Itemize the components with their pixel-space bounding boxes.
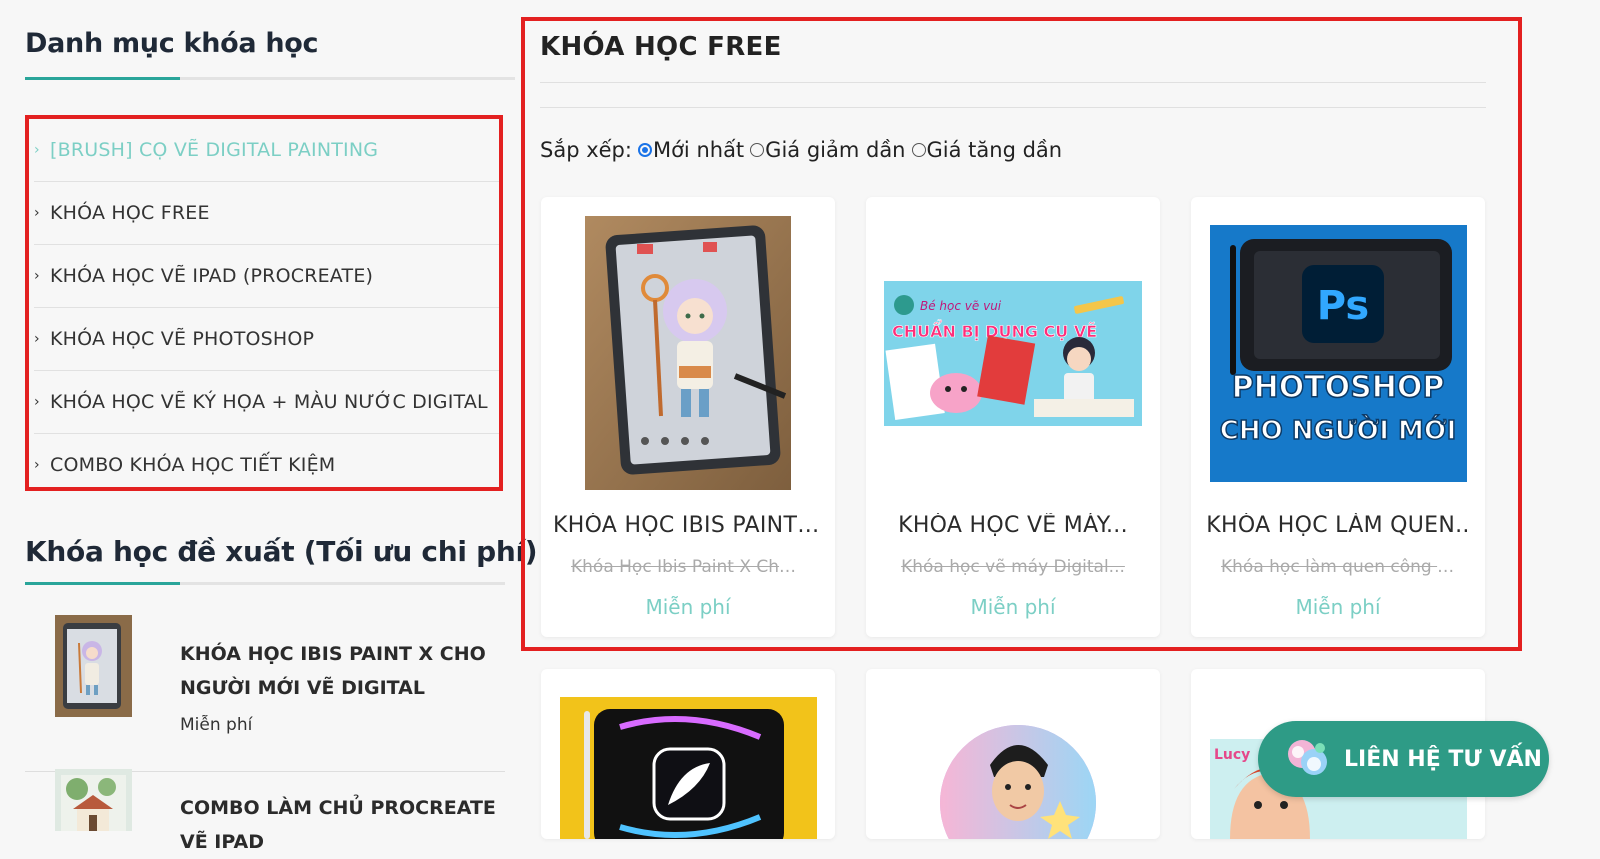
course-price: Miễn phí <box>180 715 253 735</box>
course-thumbnail[interactable] <box>55 769 132 831</box>
chevron-right-icon: › <box>34 205 40 221</box>
recommended-heading: Khóa học đề xuất (Tối ưu chi phí) <box>25 535 538 568</box>
sidebar: Danh mục khóa học › [BRUSH] CỌ VẼ DIGITA… <box>25 28 538 853</box>
contact-label[interactable]: LIÊN HỆ TƯ VẤN <box>1344 747 1542 772</box>
chevron-right-icon: › <box>34 331 40 347</box>
chevron-right-icon: › <box>34 268 40 284</box>
heading-underline <box>25 77 515 80</box>
category-label: KHÓA HỌC FREE <box>50 202 210 224</box>
heading-underline <box>25 582 505 585</box>
chevron-right-icon: › <box>34 394 40 410</box>
category-label: KHÓA HỌC VẼ IPAD (PROCREATE) <box>50 265 374 287</box>
course-card[interactable] <box>866 669 1160 839</box>
course-name[interactable]: KHÓA HỌC IBIS PAINT X CHO NGƯỜI MỚI VẼ D… <box>180 637 500 705</box>
category-item-combo[interactable]: › COMBO KHÓA HỌC TIẾT KIỆM <box>34 434 499 496</box>
course-image[interactable] <box>940 725 1096 839</box>
category-label: KHÓA HỌC VẼ PHOTOSHOP <box>50 328 315 350</box>
category-label: [BRUSH] CỌ VẼ DIGITAL PAINTING <box>50 139 379 161</box>
chat-support-icon <box>1284 736 1330 782</box>
chevron-right-icon: › <box>34 457 40 473</box>
chevron-right-icon: › <box>34 142 40 158</box>
course-card[interactable] <box>541 669 835 839</box>
category-label: COMBO KHÓA HỌC TIẾT KIỆM <box>50 454 336 476</box>
category-item-free[interactable]: › KHÓA HỌC FREE <box>34 182 499 245</box>
category-item-sketch-watercolor[interactable]: › KHÓA HỌC VẼ KÝ HỌA + MÀU NƯỚC DIGITAL <box>34 371 499 434</box>
image-text: Lucy <box>1214 747 1250 763</box>
course-name[interactable]: COMBO LÀM CHỦ PROCREATE VẼ IPAD <box>180 791 500 859</box>
course-grid-highlight <box>521 17 1522 651</box>
course-image[interactable] <box>560 697 817 839</box>
category-item-photoshop[interactable]: › KHÓA HỌC VẼ PHOTOSHOP <box>34 308 499 371</box>
category-list: › [BRUSH] CỌ VẼ DIGITAL PAINTING › KHÓA … <box>29 119 499 496</box>
category-list-highlight: › [BRUSH] CỌ VẼ DIGITAL PAINTING › KHÓA … <box>25 115 503 491</box>
contact-consult-button[interactable]: LIÊN HỆ TƯ VẤN <box>1258 721 1549 797</box>
course-thumbnail[interactable] <box>55 615 132 717</box>
category-heading: Danh mục khóa học <box>25 28 319 59</box>
category-item-ipad[interactable]: › KHÓA HỌC VẼ IPAD (PROCREATE) <box>34 245 499 308</box>
category-label: KHÓA HỌC VẼ KÝ HỌA + MÀU NƯỚC DIGITAL <box>50 391 488 413</box>
recommended-section: Khóa học đề xuất (Tối ưu chi phí) <box>25 535 538 585</box>
category-item-brush[interactable]: › [BRUSH] CỌ VẼ DIGITAL PAINTING <box>34 119 499 182</box>
